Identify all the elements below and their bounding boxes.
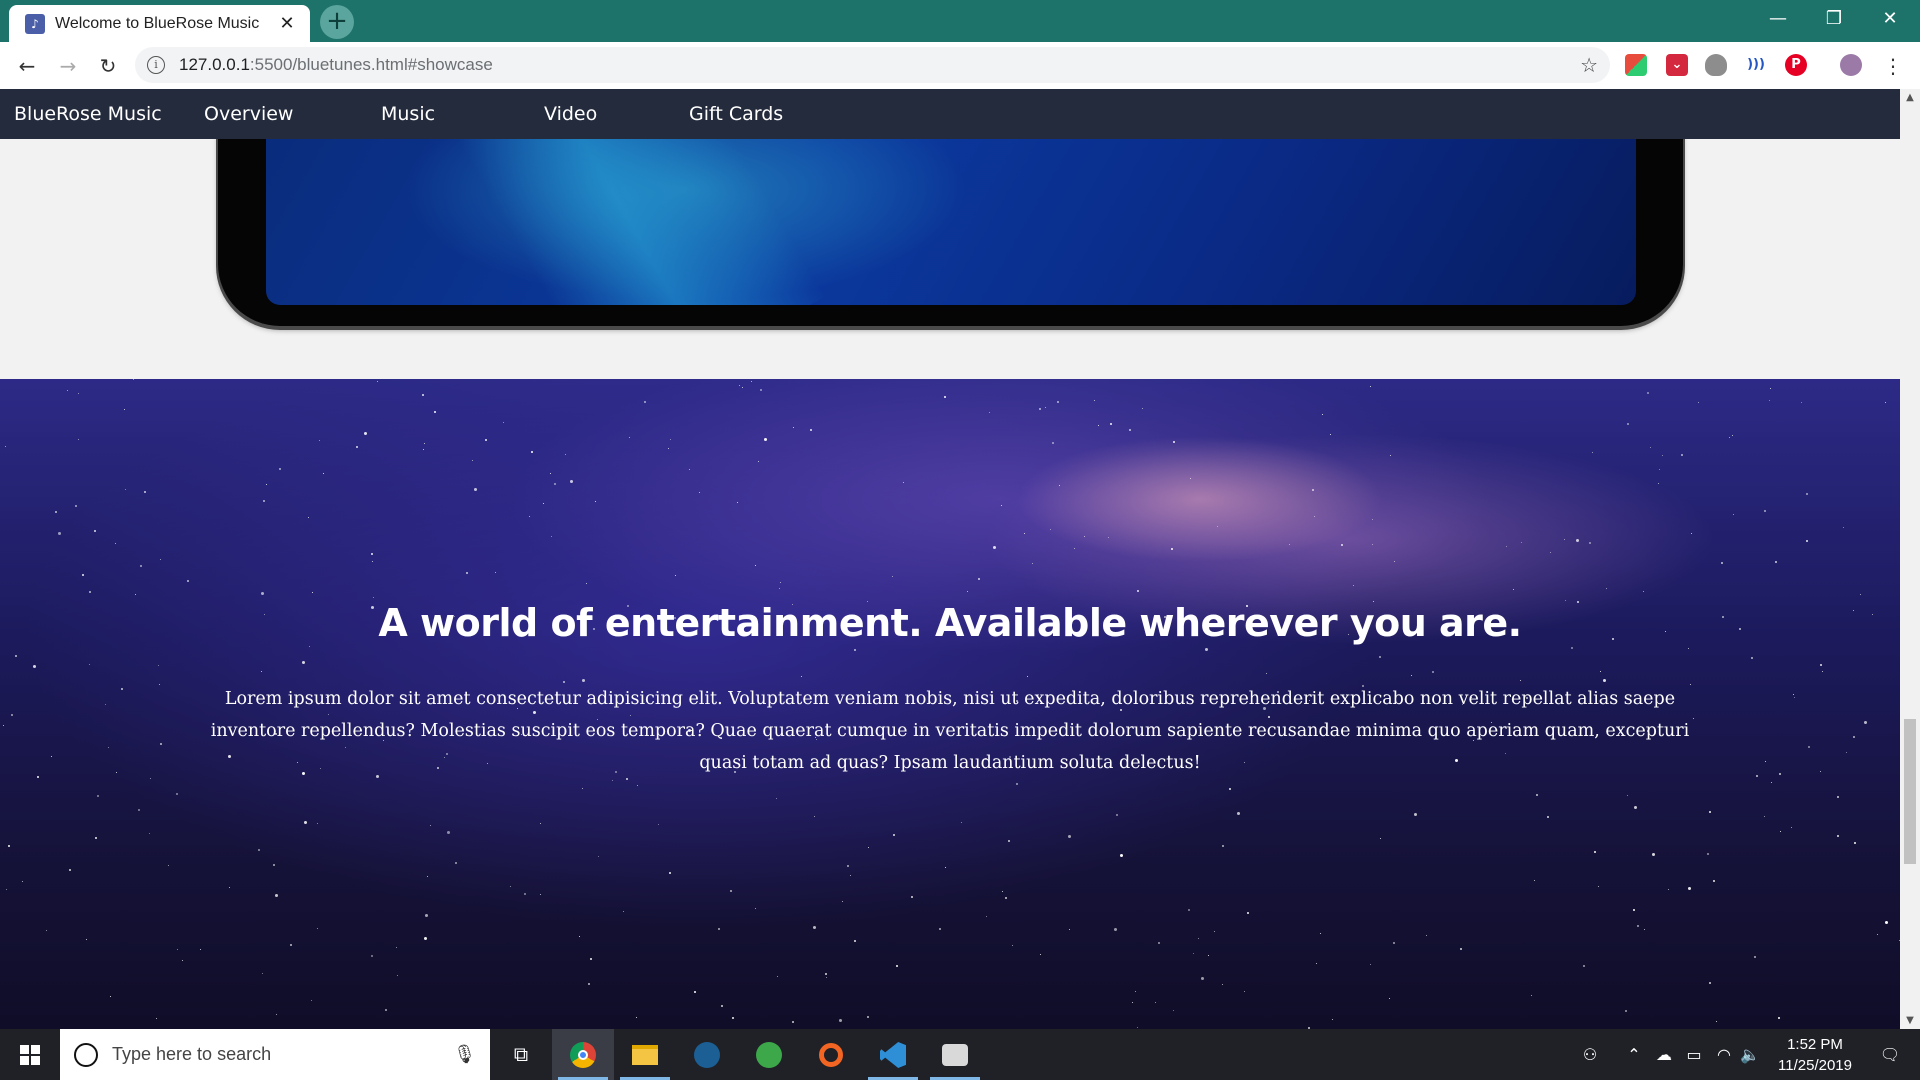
browser-tab-strip: ♪ Welcome to BlueRose Music ✕ + — ❐ ✕ bbox=[0, 0, 1920, 42]
volume-icon[interactable]: 🔈 bbox=[1738, 1029, 1762, 1080]
scroll-down-arrow-icon[interactable]: ▼ bbox=[1900, 1012, 1920, 1029]
people-icon[interactable]: ⚇ bbox=[1575, 1029, 1605, 1080]
task-view-icon[interactable]: ⧉ bbox=[490, 1029, 552, 1080]
file-explorer-icon[interactable] bbox=[614, 1029, 676, 1080]
wifi-icon[interactable]: ◠ bbox=[1710, 1029, 1738, 1080]
showcase-title: A world of entertainment. Available wher… bbox=[378, 601, 1522, 645]
shield-icon[interactable] bbox=[1705, 54, 1727, 76]
site-navbar: BlueRose Music Overview Music Video Gift… bbox=[0, 89, 1900, 139]
steam-icon[interactable] bbox=[676, 1029, 738, 1080]
system-clock[interactable]: 1:52 PM 11/25/2019 bbox=[1760, 1034, 1870, 1076]
minimize-button[interactable]: — bbox=[1750, 0, 1806, 38]
browser-toolbar: ← → ↻ i 127.0.0.1:5500/bluetunes.html#sh… bbox=[0, 42, 1920, 89]
close-window-button[interactable]: ✕ bbox=[1862, 0, 1918, 38]
reader-icon[interactable]: ))) bbox=[1745, 54, 1767, 76]
reload-icon[interactable]: ↻ bbox=[92, 50, 124, 82]
nav-link-video[interactable]: Video bbox=[544, 89, 597, 139]
office-icon[interactable] bbox=[1625, 54, 1647, 76]
nav-link-overview[interactable]: Overview bbox=[204, 89, 293, 139]
search-placeholder: Type here to search bbox=[112, 1044, 272, 1064]
scroll-up-arrow-icon[interactable]: ▲ bbox=[1900, 89, 1920, 106]
new-tab-button[interactable]: + bbox=[320, 5, 354, 39]
page-scrollbar[interactable]: ▲ ▼ bbox=[1900, 89, 1920, 1029]
restore-button[interactable]: ❐ bbox=[1806, 0, 1862, 38]
cortana-icon bbox=[74, 1042, 98, 1067]
page-viewport: BlueRose Music Overview Music Video Gift… bbox=[0, 89, 1900, 1029]
scroll-thumb[interactable] bbox=[1904, 719, 1916, 864]
battery-icon[interactable]: ▭ bbox=[1680, 1029, 1708, 1080]
origin-icon[interactable] bbox=[800, 1029, 862, 1080]
back-arrow-icon[interactable]: ← bbox=[11, 50, 43, 82]
windows-taskbar: Type here to search 🎙 ⧉ ⚇ ⌃ ☁ ▭ ◠ 🔈 1:52… bbox=[0, 1029, 1920, 1080]
pinterest-icon[interactable]: P bbox=[1785, 54, 1807, 76]
microphone-icon[interactable]: 🎙 bbox=[453, 1044, 476, 1065]
chevron-up-icon[interactable]: ⌃ bbox=[1620, 1029, 1648, 1080]
nav-link-gift-cards[interactable]: Gift Cards bbox=[689, 89, 783, 139]
clock-time: 1:52 PM bbox=[1787, 1036, 1843, 1053]
notification-icon[interactable]: 🗨 bbox=[1870, 1029, 1910, 1080]
browser-tab[interactable]: ♪ Welcome to BlueRose Music ✕ bbox=[9, 5, 310, 42]
app-icon-2[interactable] bbox=[924, 1029, 986, 1080]
onedrive-icon[interactable]: ☁ bbox=[1650, 1029, 1678, 1080]
address-bar[interactable]: i 127.0.0.1:5500/bluetunes.html#showcase… bbox=[135, 47, 1610, 83]
vscode-icon[interactable] bbox=[862, 1029, 924, 1080]
chrome-icon[interactable] bbox=[552, 1029, 614, 1080]
showcase-paragraph: Lorem ipsum dolor sit amet consectetur a… bbox=[210, 689, 1690, 773]
showcase-section: A world of entertainment. Available wher… bbox=[0, 379, 1900, 1029]
bookmark-star-icon[interactable]: ☆ bbox=[1580, 53, 1598, 77]
taskbar-search-box[interactable]: Type here to search 🎙 bbox=[60, 1029, 490, 1080]
pocket-icon[interactable]: ⌄ bbox=[1666, 54, 1688, 76]
forward-arrow-icon[interactable]: → bbox=[52, 50, 84, 82]
windows-logo-icon bbox=[20, 1045, 40, 1065]
device-section bbox=[0, 89, 1900, 379]
music-note-icon: ♪ bbox=[25, 13, 45, 34]
url-path: :5500/bluetunes.html#showcase bbox=[249, 55, 493, 74]
site-brand[interactable]: BlueRose Music bbox=[14, 89, 162, 139]
tab-title: Welcome to BlueRose Music bbox=[55, 14, 260, 32]
clock-date: 11/25/2019 bbox=[1778, 1057, 1852, 1074]
start-button[interactable] bbox=[0, 1029, 60, 1080]
close-tab-icon[interactable]: ✕ bbox=[276, 13, 298, 34]
app-icon[interactable] bbox=[738, 1029, 800, 1080]
url-host: 127.0.0.1 bbox=[179, 55, 250, 74]
profile-avatar[interactable] bbox=[1840, 54, 1862, 76]
site-info-icon[interactable]: i bbox=[147, 56, 165, 74]
nav-link-music[interactable]: Music bbox=[381, 89, 435, 139]
menu-kebab-icon[interactable]: ⋮ bbox=[1877, 50, 1909, 82]
